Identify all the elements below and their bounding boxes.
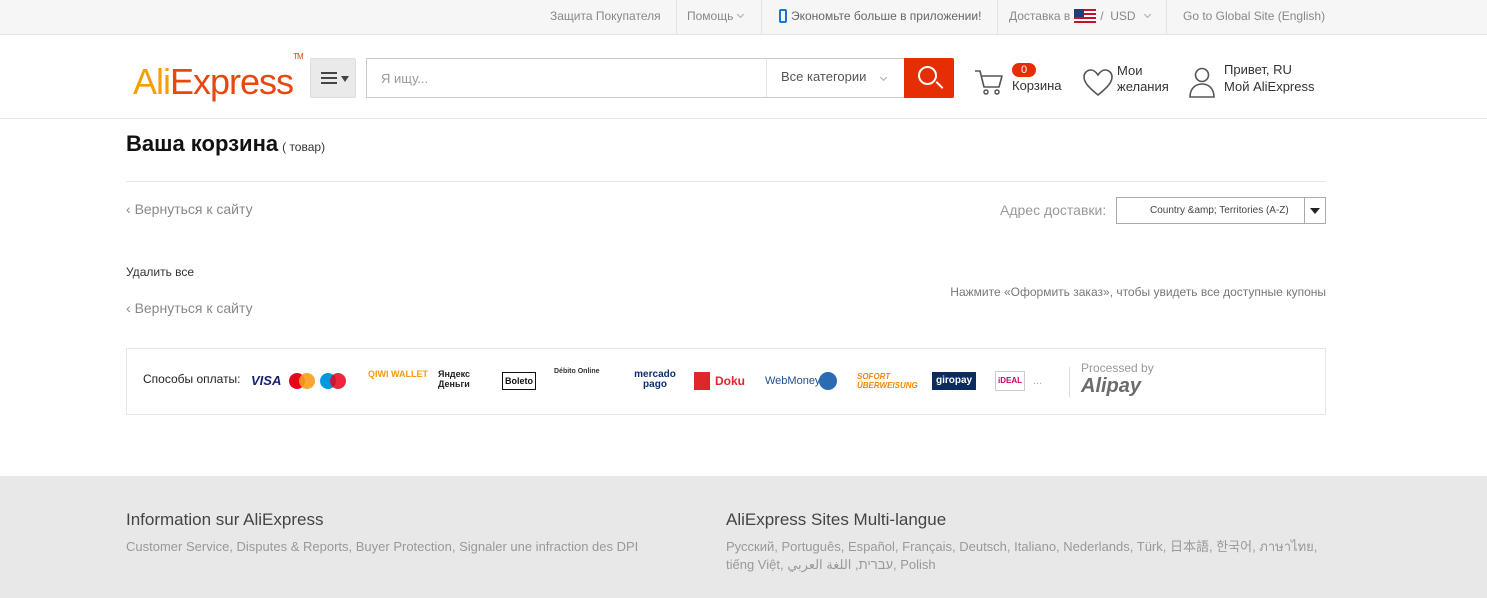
wishlist-label-line1: Мои bbox=[1117, 63, 1143, 78]
ideal-logo: iDEAL bbox=[995, 371, 1025, 391]
help-label: Помощь bbox=[687, 9, 734, 23]
top-bar: Защита Покупателя Помощь Экономьте больш… bbox=[0, 0, 1487, 35]
search-button[interactable] bbox=[904, 58, 954, 98]
phone-icon bbox=[779, 9, 787, 23]
currency-label: USD bbox=[1110, 9, 1136, 23]
caret-down-icon bbox=[341, 76, 349, 82]
wishlist-link[interactable]: Мои желания bbox=[1082, 63, 1182, 103]
globe-icon bbox=[819, 372, 837, 390]
search-icon bbox=[918, 66, 937, 85]
cart-label: Корзина bbox=[1012, 78, 1062, 93]
cart-count-badge: 0 bbox=[1012, 63, 1036, 77]
footer-sites-links[interactable]: Русский, Português, Español, Français, D… bbox=[726, 538, 1336, 574]
shipping-country-value: Country &amp; Territories (A-Z) bbox=[1150, 205, 1289, 216]
yandex-money-logo: Яндекс Деньги bbox=[438, 369, 471, 389]
global-site-link[interactable]: Go to Global Site (English) bbox=[1183, 0, 1325, 35]
logo-ali-text: Ali bbox=[133, 61, 171, 102]
my-aliexpress-label: Мой AliExpress bbox=[1224, 79, 1315, 94]
app-promo-label: Экономьте больше в приложении! bbox=[791, 9, 982, 23]
divider bbox=[126, 181, 1326, 182]
giropay-logo: giropay bbox=[932, 372, 977, 390]
ship-to-label: Доставка в bbox=[1009, 9, 1071, 23]
divider bbox=[997, 0, 998, 35]
currency-separator: / bbox=[1100, 9, 1104, 23]
back-link-label: Вернуться к сайту bbox=[134, 201, 253, 217]
chevron-down-icon bbox=[1143, 10, 1151, 19]
delete-all-link[interactable]: Удалить все bbox=[126, 265, 194, 279]
divider bbox=[676, 0, 677, 35]
back-to-site-link-top[interactable]: ‹ Вернуться к сайту bbox=[126, 201, 253, 217]
category-label: Все категории bbox=[781, 69, 867, 84]
webmoney-logo: WebMoney bbox=[765, 375, 821, 387]
app-promo-link[interactable]: Экономьте больше в приложении! bbox=[779, 0, 981, 35]
sofort-logo: SOFORT ÜBERWEISUNG bbox=[857, 372, 918, 390]
search-box: Все категории bbox=[366, 58, 904, 98]
qiwi-logo: QIWI WALLET bbox=[368, 369, 428, 379]
more-icon: ... bbox=[1033, 375, 1043, 387]
footer: Information sur AliExpress Customer Serv… bbox=[0, 476, 1487, 598]
dropdown-arrow-icon bbox=[1304, 198, 1325, 223]
coupon-hint: Нажмите «Оформить заказ», чтобы увидеть … bbox=[950, 285, 1326, 299]
us-flag-icon bbox=[1074, 9, 1097, 23]
alipay-logo: Alipay bbox=[1081, 375, 1142, 397]
account-link[interactable]: Привет, RU Мой AliExpress bbox=[1186, 62, 1346, 102]
chevron-down-icon bbox=[879, 73, 888, 82]
user-icon bbox=[1189, 67, 1215, 98]
visa-logo: VISA bbox=[251, 373, 282, 388]
item-count: ( товар) bbox=[282, 140, 326, 154]
search-input[interactable] bbox=[367, 59, 765, 97]
mastercard-logo bbox=[287, 369, 317, 393]
back-link-label: Вернуться к сайту bbox=[134, 300, 253, 316]
wishlist-label-line2: желания bbox=[1117, 79, 1169, 94]
main-header: AliExpressTM Все категории 0 Корзина Мои… bbox=[0, 35, 1487, 119]
divider bbox=[761, 0, 762, 35]
page-title: Ваша корзина( товар) bbox=[126, 131, 325, 157]
doku-logo: Doku bbox=[715, 374, 745, 388]
help-menu[interactable]: Помощь bbox=[687, 0, 745, 35]
account-greeting: Привет, RU bbox=[1224, 62, 1292, 77]
categories-menu-button[interactable] bbox=[310, 58, 356, 98]
footer-sites-title: AliExpress Sites Multi-langue bbox=[726, 510, 947, 529]
footer-info-links[interactable]: Customer Service, Disputes & Reports, Bu… bbox=[126, 538, 686, 556]
shipping-address-label: Адрес доставки: bbox=[1000, 202, 1107, 218]
chevron-down-icon bbox=[737, 10, 745, 19]
category-select[interactable]: Все категории bbox=[766, 59, 905, 97]
chevron-left-icon: ‹ bbox=[126, 300, 135, 316]
divider bbox=[1069, 367, 1070, 397]
chevron-left-icon: ‹ bbox=[126, 201, 135, 217]
ship-to-currency-menu[interactable]: Доставка в / USD bbox=[1009, 0, 1151, 35]
divider bbox=[1166, 0, 1167, 35]
aliexpress-logo[interactable]: AliExpressTM bbox=[133, 52, 304, 102]
cart-title-text: Ваша корзина bbox=[126, 131, 279, 156]
heart-icon bbox=[1083, 69, 1113, 97]
debito-online-logo: Débito Online bbox=[554, 368, 600, 375]
hamburger-icon bbox=[321, 72, 337, 84]
back-to-site-link-bottom[interactable]: ‹ Вернуться к сайту bbox=[126, 300, 253, 316]
maestro-logo bbox=[318, 369, 348, 393]
payment-methods-label: Способы оплаты: bbox=[143, 372, 241, 386]
cart-icon bbox=[975, 70, 1003, 95]
logo-tm: TM bbox=[293, 52, 304, 61]
footer-info-title: Information sur AliExpress bbox=[126, 510, 324, 529]
mercadopago-logo: mercado pago bbox=[634, 369, 676, 390]
payment-methods-panel: Способы оплаты: VISA QIWI WALLET Яндекс … bbox=[126, 348, 1326, 415]
buyer-protection-link[interactable]: Защита Покупателя bbox=[550, 0, 661, 35]
processed-by-label: Processed by bbox=[1081, 361, 1154, 375]
doku-badge-icon bbox=[694, 372, 710, 390]
shipping-country-select[interactable]: Country &amp; Territories (A-Z) bbox=[1116, 197, 1326, 224]
boleto-logo: Boleto bbox=[502, 372, 536, 390]
cart-link[interactable]: 0 Корзина bbox=[972, 63, 1072, 103]
logo-express-text: Express bbox=[170, 61, 294, 102]
